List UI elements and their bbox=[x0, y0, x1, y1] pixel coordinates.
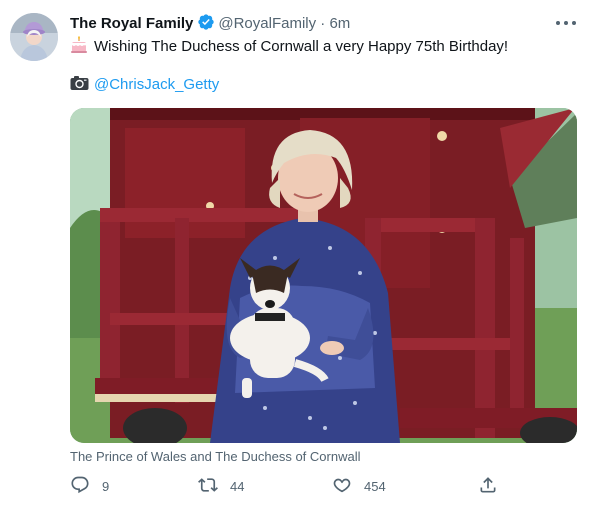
tweet-message: Wishing The Duchess of Cornwall a very H… bbox=[94, 38, 509, 55]
like-button[interactable]: 454 bbox=[332, 474, 386, 498]
timestamp[interactable]: 6m bbox=[329, 15, 350, 32]
photo-image bbox=[70, 108, 577, 443]
avatar[interactable] bbox=[10, 13, 58, 61]
share-button[interactable] bbox=[478, 474, 498, 498]
avatar-image bbox=[10, 13, 58, 61]
like-count: 454 bbox=[364, 478, 386, 494]
display-name[interactable]: The Royal Family bbox=[70, 15, 193, 32]
tweet-header: The Royal Family @RoyalFamily · 6m bbox=[70, 13, 350, 34]
separator-dot: · bbox=[320, 15, 326, 32]
camera-icon bbox=[70, 75, 89, 91]
photo-credit: @ChrisJack_Getty bbox=[70, 75, 219, 95]
credit-mention-link[interactable]: @ChrisJack_Getty bbox=[94, 76, 219, 93]
reply-count: 9 bbox=[102, 478, 110, 494]
retweet-icon bbox=[198, 475, 218, 498]
verified-badge-icon bbox=[197, 13, 215, 31]
birthday-cake-icon bbox=[70, 36, 88, 54]
retweet-button[interactable]: 44 bbox=[198, 474, 244, 498]
heart-icon bbox=[332, 475, 352, 498]
share-icon bbox=[478, 475, 498, 498]
user-handle[interactable]: @RoyalFamily bbox=[218, 15, 316, 32]
more-options-icon[interactable] bbox=[556, 14, 576, 32]
retweet-count: 44 bbox=[230, 478, 245, 494]
reply-button[interactable]: 9 bbox=[70, 474, 109, 498]
tweet-photo[interactable] bbox=[70, 108, 577, 443]
photo-caption: The Prince of Wales and The Duchess of C… bbox=[70, 449, 361, 464]
reply-icon bbox=[70, 475, 90, 498]
tweet-actions: 9 44 454 bbox=[70, 474, 500, 498]
tweet-text: Wishing The Duchess of Cornwall a very H… bbox=[70, 36, 508, 57]
